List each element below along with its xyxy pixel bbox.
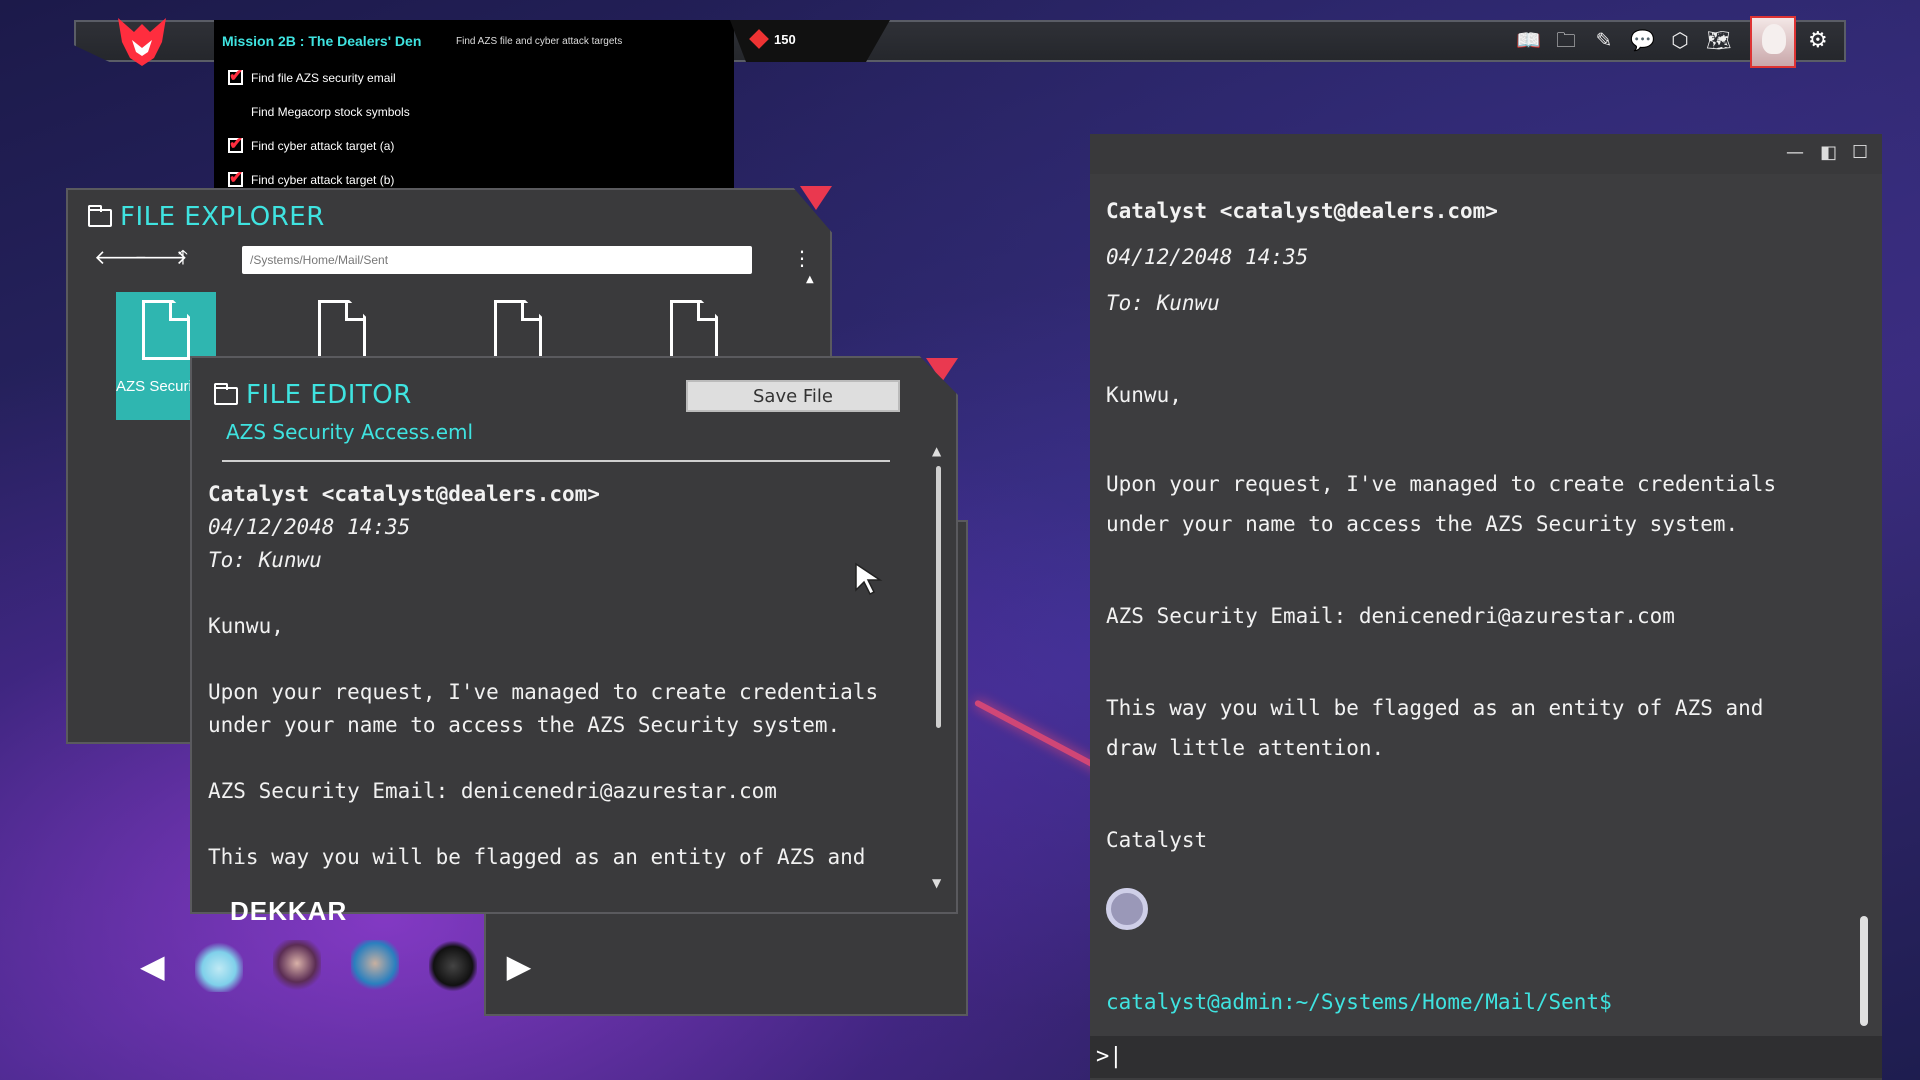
folder-icon[interactable]: 🗀 (1554, 28, 1578, 52)
email-body-line: draw little attention. (1106, 736, 1385, 760)
checkbox-checked-icon (228, 66, 243, 86)
terminal-window: — ◧ ☐ Catalyst <catalyst@dealers.com> 04… (1090, 134, 1882, 1080)
minimize-icon[interactable]: — (1786, 142, 1804, 163)
task-item[interactable]: Find cyber attack target (a) (228, 134, 395, 154)
window-title-text: FILE EDITOR (246, 380, 412, 410)
path-input[interactable] (242, 246, 752, 274)
file-icon (670, 300, 718, 360)
email-security-address: AZS Security Email: denicenedri@azuresta… (208, 779, 777, 803)
task-label: Find cyber attack target (b) (251, 172, 395, 187)
email-body-line: under your name to access the AZS Securi… (1106, 512, 1739, 536)
email-body-line: This way you will be flagged as an entit… (1106, 696, 1764, 720)
player-avatar[interactable] (1750, 16, 1796, 68)
email-from: Catalyst <catalyst@dealers.com> (1106, 199, 1498, 223)
mouse-cursor-icon (855, 562, 883, 596)
task-item[interactable]: Find Megacorp stock symbols (228, 104, 410, 119)
top-toolbar: 📖 🗀 ✎ 💬 ⬡ 🗺 (1516, 28, 1731, 52)
email-to: To: Kunwu (208, 548, 322, 572)
checkbox-checked-icon (228, 168, 243, 188)
email-greeting: Kunwu, (208, 614, 284, 638)
character-portrait-icon[interactable] (350, 940, 399, 992)
edit-icon[interactable]: ✎ (1592, 28, 1616, 52)
checkbox-empty-icon (228, 104, 243, 119)
terminal-input[interactable]: >| (1090, 1036, 1882, 1078)
previous-character-arrow-icon[interactable]: ◀ (140, 947, 165, 985)
game-logo-icon (112, 12, 172, 72)
editor-scrollbar[interactable] (936, 466, 941, 728)
email-to: To: Kunwu (1106, 291, 1220, 315)
folder-icon (214, 383, 238, 405)
credits-value: 150 (774, 32, 796, 47)
back-arrow-icon[interactable]: 🡐 (94, 244, 148, 270)
up-arrow-icon[interactable]: 🡑 (170, 244, 196, 270)
scroll-up-arrow-icon[interactable]: ▲ (806, 274, 814, 285)
map-icon[interactable]: 🗺 (1706, 28, 1731, 52)
window-title: FILE EDITOR (214, 380, 412, 410)
editor-filename: AZS Security Access.eml (226, 420, 474, 444)
gear-icon[interactable]: ⚙ (1808, 28, 1828, 53)
chat-icon[interactable]: 💬 (1630, 28, 1655, 52)
task-label: Find Megacorp stock symbols (251, 104, 410, 119)
terminal-output: Catalyst <catalyst@dealers.com> 04/12/20… (1106, 188, 1866, 860)
mission-panel: Mission 2B : The Dealers' Den Find AZS f… (214, 20, 734, 190)
editor-text-area[interactable]: Catalyst <catalyst@dealers.com> 04/12/20… (208, 478, 928, 898)
terminal-scrollbar[interactable] (1860, 916, 1868, 1026)
task-label: Find file AZS security email (251, 70, 396, 85)
split-view-icon[interactable]: ◧ (1820, 142, 1837, 163)
terminal-prompt: catalyst@admin:~/Systems/Home/Mail/Sent$ (1106, 990, 1612, 1014)
email-security-address: AZS Security Email: denicenedri@azuresta… (1106, 604, 1675, 628)
email-greeting: Kunwu, (1106, 383, 1182, 407)
forward-arrow-icon[interactable]: 🡒 (134, 244, 188, 270)
terminal-titlebar: — ◧ ☐ (1090, 134, 1882, 174)
scroll-up-arrow-icon[interactable]: ▲ (932, 444, 941, 458)
character-shadow-icon[interactable] (428, 940, 477, 992)
file-icon (142, 300, 190, 360)
character-portrait-icon[interactable] (272, 940, 321, 992)
file-icon (494, 300, 542, 360)
file-editor-window: FILE EDITOR Save File AZS Security Acces… (190, 356, 958, 914)
window-title: FILE EXPLORER (88, 202, 325, 232)
mission-title: Mission 2B : The Dealers' Den (222, 33, 422, 49)
folder-icon (88, 205, 112, 227)
checkbox-checked-icon (228, 134, 243, 154)
email-from: Catalyst <catalyst@dealers.com> (208, 482, 600, 506)
email-date: 04/12/2048 14:35 (1106, 245, 1309, 269)
email-signature: Catalyst (1106, 828, 1208, 852)
email-body-line: Upon your request, I've managed to creat… (208, 680, 879, 704)
window-title-text: FILE EXPLORER (120, 202, 325, 232)
book-icon[interactable]: 📖 (1516, 28, 1541, 52)
mission-subtitle: Find AZS file and cyber attack targets (456, 36, 623, 47)
disc-icon (1106, 888, 1148, 930)
credits-counter: 150 (730, 20, 890, 62)
file-icon (318, 300, 366, 360)
character-robot-icon[interactable] (194, 940, 243, 992)
credit-gem-icon (749, 29, 769, 49)
divider (222, 460, 890, 462)
character-selector: ◀ ▶ (140, 940, 531, 992)
email-body-line: This way you will be flagged as an entit… (208, 845, 866, 869)
hexagon-icon[interactable]: ⬡ (1668, 28, 1692, 52)
email-body-line: Upon your request, I've managed to creat… (1106, 472, 1777, 496)
email-date: 04/12/2048 14:35 (208, 515, 411, 539)
task-item[interactable]: Find file AZS security email (228, 66, 396, 86)
email-body-line: under your name to access the AZS Securi… (208, 713, 841, 737)
scroll-down-arrow-icon[interactable]: ▼ (932, 876, 941, 890)
maximize-icon[interactable]: ☐ (1852, 142, 1868, 163)
more-options-icon[interactable]: ⋮ (792, 246, 812, 270)
task-item[interactable]: Find cyber attack target (b) (228, 168, 395, 188)
save-file-button[interactable]: Save File (686, 380, 900, 412)
character-name: DEKKAR (230, 896, 348, 926)
task-label: Find cyber attack target (a) (251, 138, 395, 153)
next-character-arrow-icon[interactable]: ▶ (507, 947, 532, 985)
